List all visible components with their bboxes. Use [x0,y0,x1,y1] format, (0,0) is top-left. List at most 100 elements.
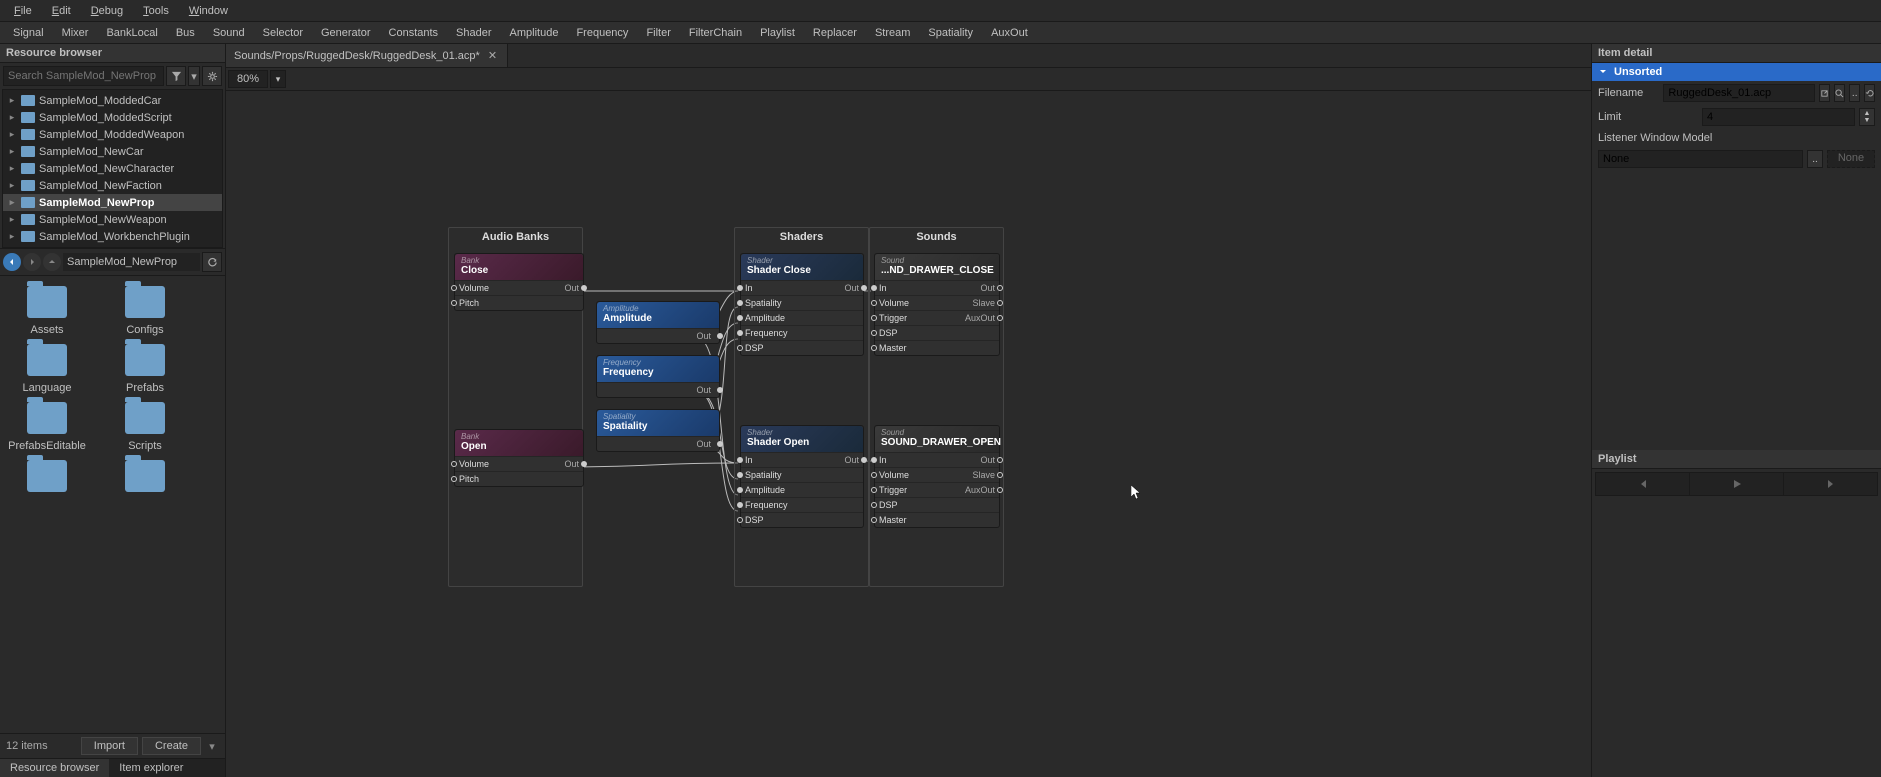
search-input[interactable] [3,66,164,86]
folder-item[interactable]: Language [8,344,86,394]
menu-edit[interactable]: Edit [42,3,81,19]
menu-debug[interactable]: Debug [81,3,133,19]
browse-lwm-button[interactable]: .. [1807,150,1823,168]
file-tab[interactable]: Sounds/Props/RuggedDesk/RuggedDesk_01.ac… [226,44,508,67]
tool-shader[interactable]: Shader [447,24,500,42]
folder-item[interactable]: Configs [106,286,184,336]
tree-item[interactable]: ▸SampleMod_NewFaction [3,177,222,194]
nav-forward-button[interactable] [23,253,41,271]
zoom-level[interactable]: 80% [228,70,268,88]
open-file-button[interactable] [1819,84,1830,102]
folder-label: Prefabs [126,382,164,394]
node-shader-close[interactable]: ShaderShader Close InOut Spatiality Ampl… [740,253,864,356]
folder-item[interactable]: Scripts [106,402,184,452]
tree-item[interactable]: ▸SampleMod_NewWeapon [3,211,222,228]
tool-replacer[interactable]: Replacer [804,24,866,42]
listener-window-model-label: Listener Window Model [1598,132,1712,144]
playlist-title: Playlist [1592,450,1881,469]
close-tab-button[interactable]: ✕ [486,49,499,62]
menu-window[interactable]: Window [179,3,238,19]
find-file-button[interactable] [1834,84,1845,102]
folder-item[interactable]: PrefabsEditable [8,402,86,452]
tool-stream[interactable]: Stream [866,24,919,42]
folder-item[interactable]: Assets [8,286,86,336]
tree-item[interactable]: ▸SampleMod_ModdedWeapon [3,126,222,143]
nav-up-button[interactable] [43,253,61,271]
file-tab-label: Sounds/Props/RuggedDesk/RuggedDesk_01.ac… [234,50,480,62]
node-sound-open[interactable]: SoundSOUND_DRAWER_OPEN InOut VolumeSlave… [874,425,1000,528]
node-shader-open[interactable]: ShaderShader Open InOut Spatiality Ampli… [740,425,864,528]
settings-button[interactable] [202,66,222,86]
tree-item[interactable]: ▸SampleMod_ModdedCar [3,92,222,109]
expand-icon: ▸ [7,197,17,208]
expand-icon: ▸ [7,146,17,157]
node-amplitude[interactable]: AmplitudeAmplitude Out [596,301,720,344]
limit-spinner[interactable]: ▲▼ [1859,108,1875,126]
filter-dropdown[interactable]: ▾ [188,66,200,86]
tool-spatiality[interactable]: Spatiality [919,24,982,42]
resource-tree[interactable]: ▸SampleMod_ModdedCar▸SampleMod_ModdedScr… [2,89,223,248]
limit-input[interactable] [1702,108,1855,126]
tool-selector[interactable]: Selector [254,24,312,42]
playlist-prev-button[interactable] [1596,473,1690,495]
tool-generator[interactable]: Generator [312,24,380,42]
create-dropdown[interactable]: ▾ [205,740,219,753]
tool-amplitude[interactable]: Amplitude [501,24,568,42]
node-sound-close[interactable]: Sound...ND_DRAWER_CLOSE InOut VolumeSlav… [874,253,1000,356]
arrow-left-icon [7,257,17,267]
filter-button[interactable] [166,66,186,86]
tab-item-explorer[interactable]: Item explorer [109,759,193,777]
tool-mixer[interactable]: Mixer [53,24,98,42]
tree-item-label: SampleMod_NewCar [39,146,144,158]
browse-file-button[interactable]: .. [1849,84,1860,102]
folder-icon [21,129,35,140]
tool-filterchain[interactable]: FilterChain [680,24,751,42]
menu-file[interactable]: File [4,3,42,19]
playlist-next-button[interactable] [1784,473,1877,495]
tool-sound[interactable]: Sound [204,24,254,42]
expand-icon: ▸ [7,180,17,191]
zoom-dropdown[interactable]: ▾ [270,70,286,88]
tree-item-label: SampleMod_WorkbenchPlugin [39,231,190,243]
folder-item[interactable]: Prefabs [106,344,184,394]
revert-file-button[interactable] [1864,84,1875,102]
tool-bus[interactable]: Bus [167,24,204,42]
import-button[interactable]: Import [81,737,138,755]
refresh-button[interactable] [202,252,222,272]
playlist-play-button[interactable] [1690,473,1784,495]
menu-bar: File Edit Debug Tools Window [0,0,1881,22]
tool-constants[interactable]: Constants [380,24,448,42]
tree-item[interactable]: ▸SampleMod_WorkbenchPlugin [3,228,222,245]
tree-item[interactable]: ▸SampleMod_NewProp [3,194,222,211]
folder-grid[interactable]: Assets Configs Language Prefabs PrefabsEdita… [0,276,225,733]
tool-frequency[interactable]: Frequency [567,24,637,42]
section-unsorted[interactable]: Unsorted [1592,63,1881,81]
create-button[interactable]: Create [142,737,201,755]
tab-resource-browser[interactable]: Resource browser [0,759,109,777]
tool-banklocal[interactable]: BankLocal [97,24,166,42]
search-icon [1835,89,1844,98]
tool-playlist[interactable]: Playlist [751,24,804,42]
node-spatiality[interactable]: SpatialitySpatiality Out [596,409,720,452]
folder-icon [27,402,67,434]
tree-item[interactable]: ▸SampleMod_NewCharacter [3,160,222,177]
node-bank-open[interactable]: BankOpen VolumeOut Pitch [454,429,584,487]
folder-icon [21,197,35,208]
expand-icon: ▸ [7,129,17,140]
filename-input[interactable] [1663,84,1815,102]
nav-back-button[interactable] [3,253,21,271]
menu-tools[interactable]: Tools [133,3,179,19]
tool-bar: SignalMixerBankLocalBusSoundSelectorGene… [0,22,1881,44]
node-graph-canvas[interactable]: Audio Banks Shaders Sounds BankClose Vol… [226,91,1591,777]
tool-auxout[interactable]: AuxOut [982,24,1037,42]
tree-item[interactable]: ▸SampleMod_ModdedScript [3,109,222,126]
folder-item[interactable] [106,460,184,498]
tool-filter[interactable]: Filter [637,24,679,42]
listener-window-model-input[interactable] [1598,150,1803,168]
tree-item[interactable]: ▸ SampleMod_NewCar [3,143,222,160]
node-frequency[interactable]: FrequencyFrequency Out [596,355,720,398]
node-bank-close[interactable]: BankClose VolumeOut Pitch [454,253,584,311]
folder-item[interactable] [8,460,86,498]
tool-signal[interactable]: Signal [4,24,53,42]
external-link-icon [1820,89,1829,98]
